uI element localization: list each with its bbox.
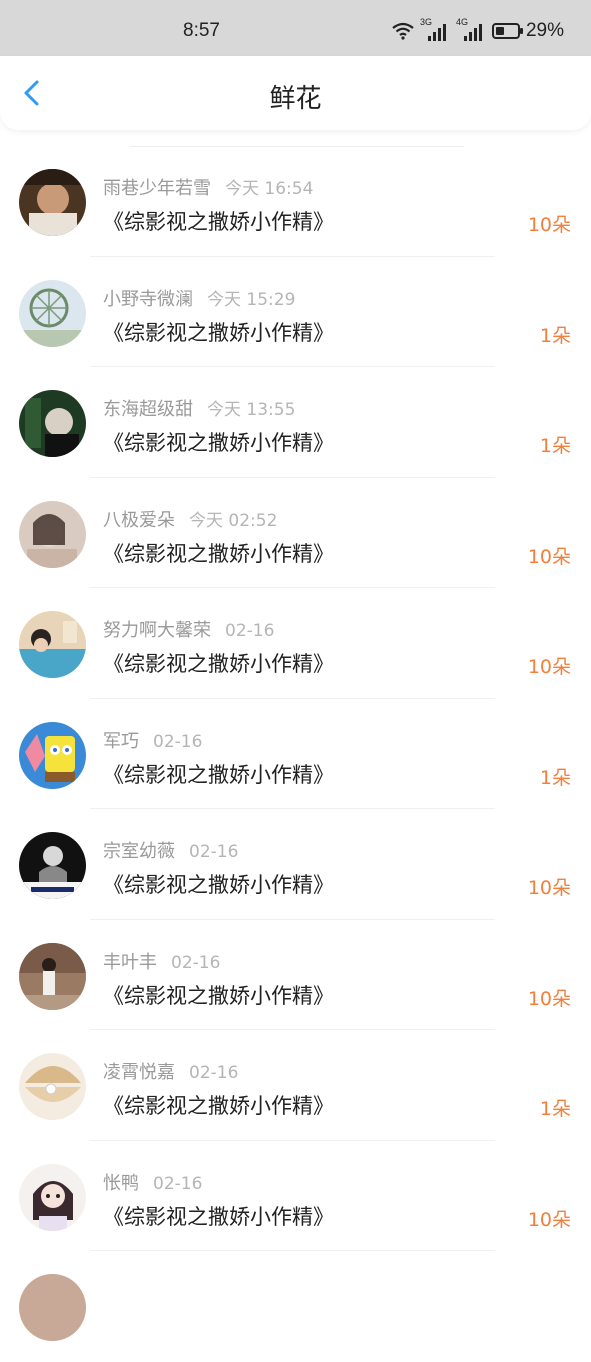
book-title[interactable]: 《综影视之撒娇小作精》: [103, 317, 334, 347]
timestamp: 今天 02:52: [189, 510, 278, 531]
avatar[interactable]: [19, 1274, 86, 1341]
avatar[interactable]: [19, 390, 86, 457]
user-name[interactable]: 宗室幼薇: [103, 841, 175, 862]
avatar[interactable]: [19, 611, 86, 678]
flower-count: 10朵: [527, 545, 571, 568]
list-item[interactable]: 怅鸭 02-16 《综影视之撒娇小作精》 10朵: [0, 1141, 591, 1251]
list-item[interactable]: [0, 1251, 591, 1362]
timestamp: 02-16: [189, 842, 239, 862]
book-title[interactable]: 《综影视之撒娇小作精》: [103, 869, 334, 899]
book-title[interactable]: 《综影视之撒娇小作精》: [103, 538, 334, 568]
avatar[interactable]: [19, 1163, 86, 1231]
book-title[interactable]: 《综影视之撒娇小作精》: [103, 980, 334, 1010]
flower-count: 1朵: [539, 1098, 571, 1120]
flower-count: 1朵: [539, 324, 571, 347]
list-item[interactable]: 宗室幼薇 02-16 《综影视之撒娇小作精》 10朵: [0, 809, 591, 920]
book-title[interactable]: 《综影视之撒娇小作精》: [103, 648, 334, 678]
user-name[interactable]: 军巧: [103, 731, 139, 752]
nav-bar: 鲜花: [0, 56, 591, 130]
user-name[interactable]: 凌霄悦嘉: [103, 1062, 175, 1083]
flower-count: 1朵: [539, 766, 571, 789]
flower-count: 10朵: [527, 656, 571, 678]
book-title[interactable]: 《综影视之撒娇小作精》: [103, 1201, 334, 1231]
avatar[interactable]: [19, 832, 86, 899]
user-name[interactable]: 努力啊大馨荣: [103, 620, 211, 641]
battery-percent: 29%: [525, 20, 564, 41]
flower-count: 10朵: [527, 987, 571, 1010]
flower-count: 10朵: [527, 877, 571, 899]
user-name[interactable]: 怅鸭: [103, 1173, 139, 1194]
avatar[interactable]: [19, 169, 86, 236]
flower-count: 10朵: [527, 1208, 571, 1231]
avatar[interactable]: [19, 721, 86, 789]
timestamp: 02-16: [153, 731, 203, 752]
flower-list: 雨巷少年若雪 今天 16:54 《综影视之撒娇小作精》 10朵 小野寺微澜 今天 1…: [0, 146, 591, 1362]
battery-icon: [491, 23, 523, 39]
list-item[interactable]: 东海超级甜 今天 13:55 《综影视之撒娇小作精》 1朵: [0, 367, 591, 478]
book-title[interactable]: 《综影视之撒娇小作精》: [103, 206, 334, 236]
status-icons: 3G 4G 29%: [392, 17, 564, 42]
timestamp: 今天 16:54: [225, 179, 314, 199]
status-time: 8:57: [183, 20, 220, 41]
user-name[interactable]: 东海超级甜: [103, 399, 193, 420]
timestamp: 02-16: [171, 952, 221, 973]
list-item[interactable]: 军巧 02-16 《综影视之撒娇小作精》 1朵: [0, 699, 591, 809]
status-bar: 8:57 3G 4G 29%: [0, 0, 591, 56]
page-title: 鲜花: [269, 84, 322, 114]
book-title[interactable]: 《综影视之撒娇小作精》: [103, 1090, 334, 1120]
avatar[interactable]: [19, 942, 86, 1010]
user-name[interactable]: 小野寺微澜: [103, 289, 193, 310]
timestamp: 02-16: [153, 1173, 203, 1194]
avatar[interactable]: [19, 500, 86, 568]
list-item[interactable]: 八极爱朵 今天 02:52 《综影视之撒娇小作精》 10朵: [0, 478, 591, 588]
user-name[interactable]: 雨巷少年若雪: [103, 178, 211, 199]
timestamp: 今天 15:29: [207, 289, 296, 310]
timestamp: 今天 13:55: [207, 400, 296, 420]
book-title[interactable]: 《综影视之撒娇小作精》: [103, 759, 334, 789]
user-name[interactable]: 八极爱朵: [103, 510, 175, 531]
flower-count: 10朵: [527, 214, 571, 236]
book-title[interactable]: 《综影视之撒娇小作精》: [103, 427, 334, 457]
wifi-icon: [392, 22, 414, 40]
list-item[interactable]: 丰叶丰 02-16 《综影视之撒娇小作精》 10朵: [0, 920, 591, 1030]
list-item[interactable]: 凌霄悦嘉 02-16 《综影视之撒娇小作精》 1朵: [0, 1030, 591, 1141]
list-item[interactable]: 雨巷少年若雪 今天 16:54 《综影视之撒娇小作精》 10朵: [0, 146, 591, 257]
signal-4g-icon: 4G: [456, 17, 486, 41]
avatar[interactable]: [19, 1053, 86, 1120]
list-item[interactable]: 小野寺微澜 今天 15:29 《综影视之撒娇小作精》 1朵: [0, 257, 591, 367]
avatar[interactable]: [19, 279, 86, 347]
user-name[interactable]: 丰叶丰: [103, 952, 157, 973]
flower-count: 1朵: [539, 435, 571, 457]
signal-3g-icon: 3G: [420, 17, 450, 41]
timestamp: 02-16: [225, 621, 275, 641]
list-item[interactable]: 努力啊大馨荣 02-16 《综影视之撒娇小作精》 10朵: [0, 588, 591, 699]
timestamp: 02-16: [189, 1063, 239, 1083]
